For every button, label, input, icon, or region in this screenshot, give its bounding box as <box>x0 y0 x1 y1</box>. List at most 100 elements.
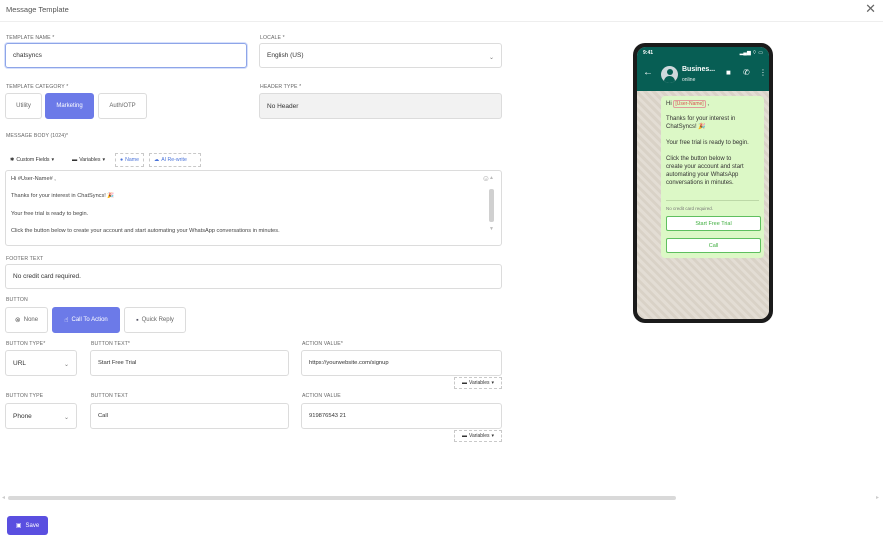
bubble-divider <box>666 200 759 201</box>
online-status: online <box>682 77 696 83</box>
more-vertical-icon: ⋮ <box>759 68 767 77</box>
save-button[interactable]: ▣ Save <box>7 516 48 535</box>
card-icon: ▬ <box>72 157 78 163</box>
template-name-input[interactable]: chatsyncs <box>5 43 247 68</box>
name-button[interactable]: ● Name <box>115 153 144 167</box>
header-type-label: HEADER TYPE * <box>260 84 302 90</box>
message-bubble: Hi [User-Name] , Thanks for your interes… <box>661 96 764 258</box>
business-name: Busines... <box>682 66 716 73</box>
bubble-click-4: conversations in minutes. <box>666 180 734 186</box>
cloud-icon: ☁ <box>154 157 160 163</box>
cta1-value-input[interactable]: https://yourwebsite.com/signup <box>301 350 502 376</box>
chevron-down-icon: ⌄ <box>488 54 494 61</box>
floppy-icon: ▣ <box>15 523 22 529</box>
phone-icon: ✆ <box>743 68 750 77</box>
card-icon: ▬ <box>462 433 467 439</box>
footer-text-value: No credit card required. <box>13 273 81 280</box>
cta1-type-select[interactable]: URL ⌄ <box>5 350 77 376</box>
bubble-click-1: Click the button below to <box>666 156 732 162</box>
locale-value: English (US) <box>267 52 304 59</box>
modal-title: Message Template <box>6 5 69 14</box>
x-circle-icon: ⊗ <box>14 317 21 324</box>
comment-icon: ▪ <box>136 316 139 324</box>
cta2-text-label: BUTTON TEXT <box>91 393 128 399</box>
editor-scrollbar[interactable] <box>489 189 494 222</box>
cta1-value-label: ACTION VALUE* <box>302 341 343 347</box>
phone-screen: 9:41 ▂▄▆ ⌔ ▭ ← Busines... online ■ ✆ ⋮ H… <box>637 47 769 319</box>
template-name-label: TEMPLATE NAME * <box>6 35 55 41</box>
cta2-text-input[interactable]: Call <box>90 403 289 429</box>
cta1-text-label: BUTTON TEXT* <box>91 341 131 347</box>
chevron-down-icon: ⌄ <box>63 361 69 368</box>
cta2-value-value: 919876543 21 <box>309 413 347 419</box>
bubble-trial: Your free trial is ready to begin. <box>666 140 749 146</box>
status-icons: ▂▄▆ ⌔ ▭ <box>739 50 763 56</box>
phone-preview: 9:41 ▂▄▆ ⌔ ▭ ← Busines... online ■ ✆ ⋮ H… <box>633 43 773 323</box>
preview-start-trial-button: Start Free Trial <box>666 216 761 231</box>
cta1-variables-button[interactable]: ▬ Variables ▾ <box>454 377 502 389</box>
body-line-greeting: Hi #User-Name# , <box>11 176 56 182</box>
header-type-value: No Header <box>267 102 299 110</box>
chevron-down-icon: ▾ <box>491 380 494 386</box>
user-circle-icon: ● <box>120 157 124 163</box>
button-label: BUTTON <box>6 297 28 303</box>
button-none[interactable]: ⊗ None <box>5 307 48 333</box>
scroll-up-icon[interactable]: ▲ <box>489 175 494 181</box>
horizontal-scrollbar[interactable] <box>8 496 676 500</box>
scroll-left-icon[interactable]: ◂ <box>2 494 5 501</box>
cta2-type-value: Phone <box>13 412 32 420</box>
cta1-text-input[interactable]: Start Free Trial <box>90 350 289 376</box>
hand-pointer-icon: ☝ <box>64 317 69 324</box>
status-time: 9:41 <box>643 50 654 56</box>
cta2-variables-button[interactable]: ▬ Variables ▾ <box>454 430 502 442</box>
chevron-down-icon: ▾ <box>51 157 55 163</box>
locale-label: LOCALE * <box>260 35 285 41</box>
chat-area: Hi [User-Name] , Thanks for your interes… <box>637 91 769 319</box>
bubble-thanks-1: Thanks for your interest in <box>666 116 736 122</box>
category-auth-otp[interactable]: Auth/OTP <box>98 93 147 119</box>
bubble-footer: No credit card required. <box>666 206 714 211</box>
cta1-type-label: BUTTON TYPE* <box>6 341 46 347</box>
category-utility[interactable]: Utility <box>5 93 42 119</box>
chevron-down-icon: ▾ <box>102 157 106 163</box>
video-icon: ■ <box>726 68 731 77</box>
message-body-label: MESSAGE BODY (1024)* <box>6 133 69 139</box>
bubble-click-3: automating your WhatsApp <box>666 172 739 178</box>
cta2-value-input[interactable]: 919876543 21 <box>301 403 502 429</box>
template-name-value: chatsyncs <box>13 52 42 59</box>
button-quick-reply[interactable]: ▪ Quick Reply <box>124 307 186 333</box>
avatar <box>661 66 678 83</box>
bubble-thanks-2: ChatSyncs! 🎉 <box>666 124 706 130</box>
body-line-thanks: Thanks for your interest in ChatSyncs! 🎉 <box>11 193 115 199</box>
modal-header: Message Template ✕ <box>0 0 883 22</box>
gear-icon: ✱ <box>10 157 15 163</box>
cta2-value-label: ACTION VALUE <box>302 393 341 399</box>
chevron-down-icon: ▾ <box>491 433 494 439</box>
message-body-editor[interactable]: Hi #User-Name# , Thanks for your interes… <box>5 170 502 246</box>
cta2-type-select[interactable]: Phone ⌄ <box>5 403 77 429</box>
cta2-text-value: Call <box>98 413 108 419</box>
button-call-to-action[interactable]: ☝ Call To Action <box>52 307 120 333</box>
category-marketing[interactable]: Marketing <box>45 93 94 119</box>
bubble-greeting: Hi [User-Name] , <box>666 100 710 108</box>
close-icon[interactable]: ✕ <box>865 2 876 16</box>
custom-fields-button[interactable]: ✱ Custom Fields ▾ <box>6 153 58 167</box>
body-line-click: Click the button below to create your ac… <box>11 228 280 234</box>
footer-text-input[interactable]: No credit card required. <box>5 264 502 289</box>
scroll-down-icon[interactable]: ▼ <box>489 226 494 232</box>
footer-text-label: FOOTER TEXT <box>6 256 44 262</box>
cta1-type-value: URL <box>13 359 27 367</box>
arrow-left-icon: ← <box>643 67 653 78</box>
header-type-select[interactable]: No Header <box>259 93 502 119</box>
scroll-right-icon[interactable]: ▸ <box>876 494 879 501</box>
body-line-trial: Your free trial is ready to begin. <box>11 211 89 217</box>
phone-status-bar: 9:41 ▂▄▆ ⌔ ▭ <box>637 47 769 59</box>
cta1-text-value: Start Free Trial <box>98 360 137 366</box>
locale-select[interactable]: English (US) ⌄ <box>259 43 502 68</box>
cta1-value-value: https://yourwebsite.com/signup <box>309 360 389 366</box>
bubble-click-2: create your account and start <box>666 164 744 170</box>
chevron-down-icon: ⌄ <box>63 414 69 421</box>
variables-button[interactable]: ▬ Variables ▾ <box>68 153 109 167</box>
ai-rewrite-button[interactable]: ☁ AI Re-write <box>149 153 201 167</box>
template-category-label: TEMPLATE CATEGORY * <box>6 84 69 90</box>
